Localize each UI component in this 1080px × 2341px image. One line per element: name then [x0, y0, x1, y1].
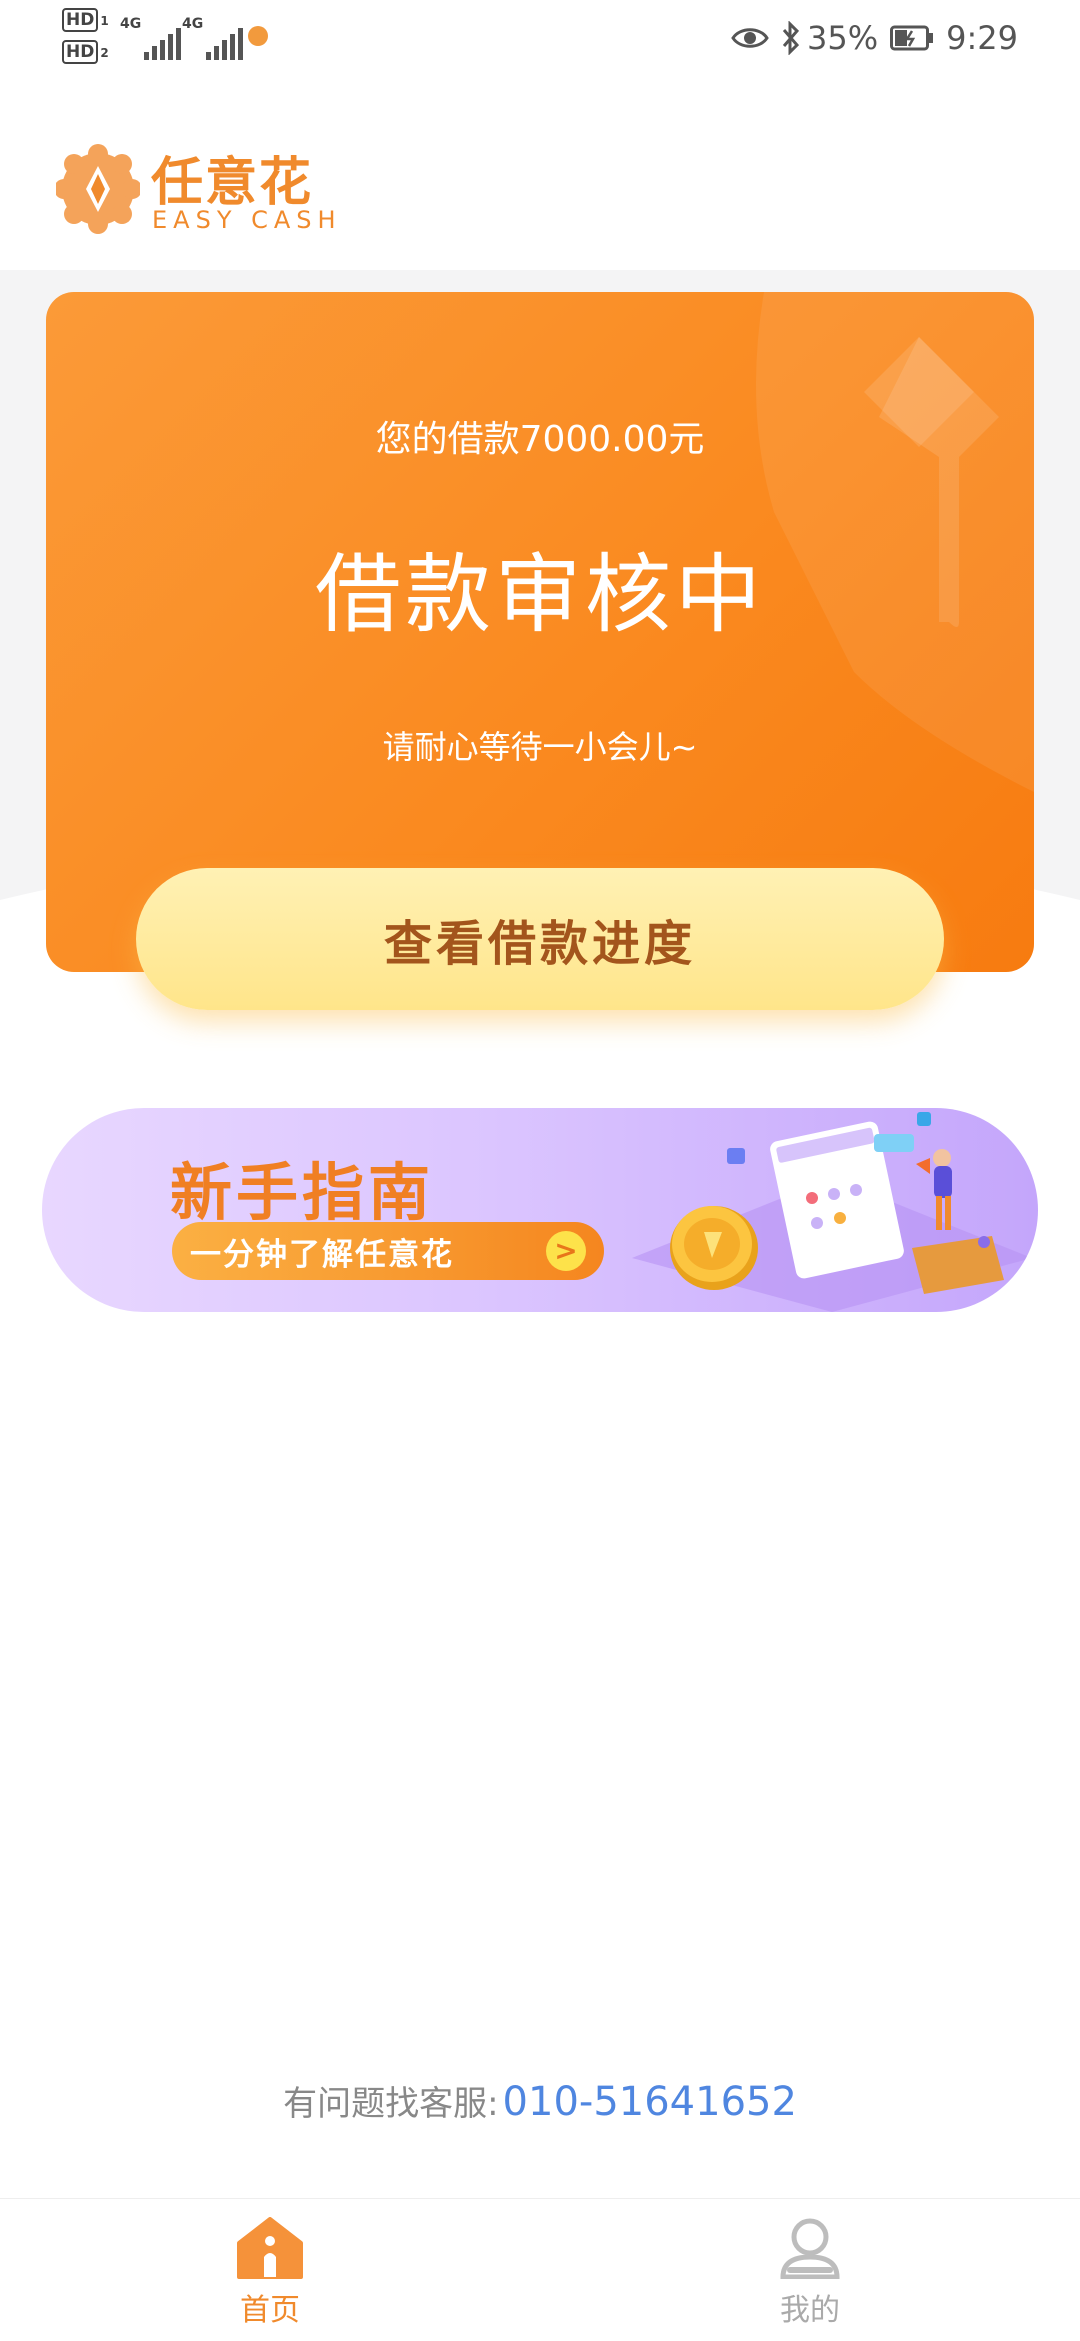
brand-subtitle: EASY CASH — [152, 206, 342, 234]
status-bar-right: 35% 9:29 — [731, 18, 1018, 58]
eye-icon — [731, 28, 769, 48]
banner-subtitle: 一分钟了解任意花 — [190, 1236, 454, 1273]
loan-amount-text: 您的借款7000.00元 — [375, 419, 705, 460]
profile-icon — [780, 2218, 840, 2279]
loan-status-title: 借款审核中 — [315, 545, 765, 645]
nav-home[interactable]: 首页 — [170, 2217, 370, 2337]
banner-title: 新手指南 — [170, 1156, 435, 1229]
arrow-right-icon: > — [546, 1231, 586, 1271]
bluetooth-icon — [782, 21, 800, 55]
view-loan-progress-button[interactable]: 查看借款进度 — [136, 868, 944, 1010]
customer-service-phone-link[interactable]: 010-51641652 — [503, 2079, 797, 2125]
status-bar: HD 1 HD 2 4G 4G 35% 9:29 — [0, 0, 1080, 80]
nav-profile[interactable]: 我的 — [710, 2217, 910, 2337]
battery-percent: 35% — [807, 19, 879, 57]
bottom-nav: 首页 我的 — [0, 2198, 1080, 2341]
customer-service-contact: 有问题找客服: 010-51641652 — [0, 2076, 1080, 2125]
beginner-guide-banner[interactable]: 新手指南 一分钟了解任意花 > — [42, 1108, 1038, 1312]
banner-subtitle-pill[interactable]: 一分钟了解任意花 > — [172, 1222, 604, 1280]
nav-profile-label: 我的 — [780, 2293, 840, 2328]
battery-icon — [890, 25, 934, 51]
brand-name: 任意花 — [151, 153, 314, 213]
app-notification-icon — [248, 26, 268, 46]
nav-home-label: 首页 — [240, 2293, 300, 2328]
app-logo: 任意花 EASY CASH — [56, 140, 356, 240]
hd-indicator-1: HD 1 — [62, 8, 109, 32]
easy-cash-logo-icon — [56, 144, 140, 234]
home-icon — [237, 2217, 303, 2279]
clock: 9:29 — [946, 19, 1018, 57]
contact-label: 有问题找客服: — [283, 2084, 499, 2124]
hd-indicator-2: HD 2 — [62, 40, 109, 64]
guide-illustration — [632, 1112, 1032, 1312]
loan-status-hint: 请耐心等待一小会儿~ — [382, 728, 698, 766]
